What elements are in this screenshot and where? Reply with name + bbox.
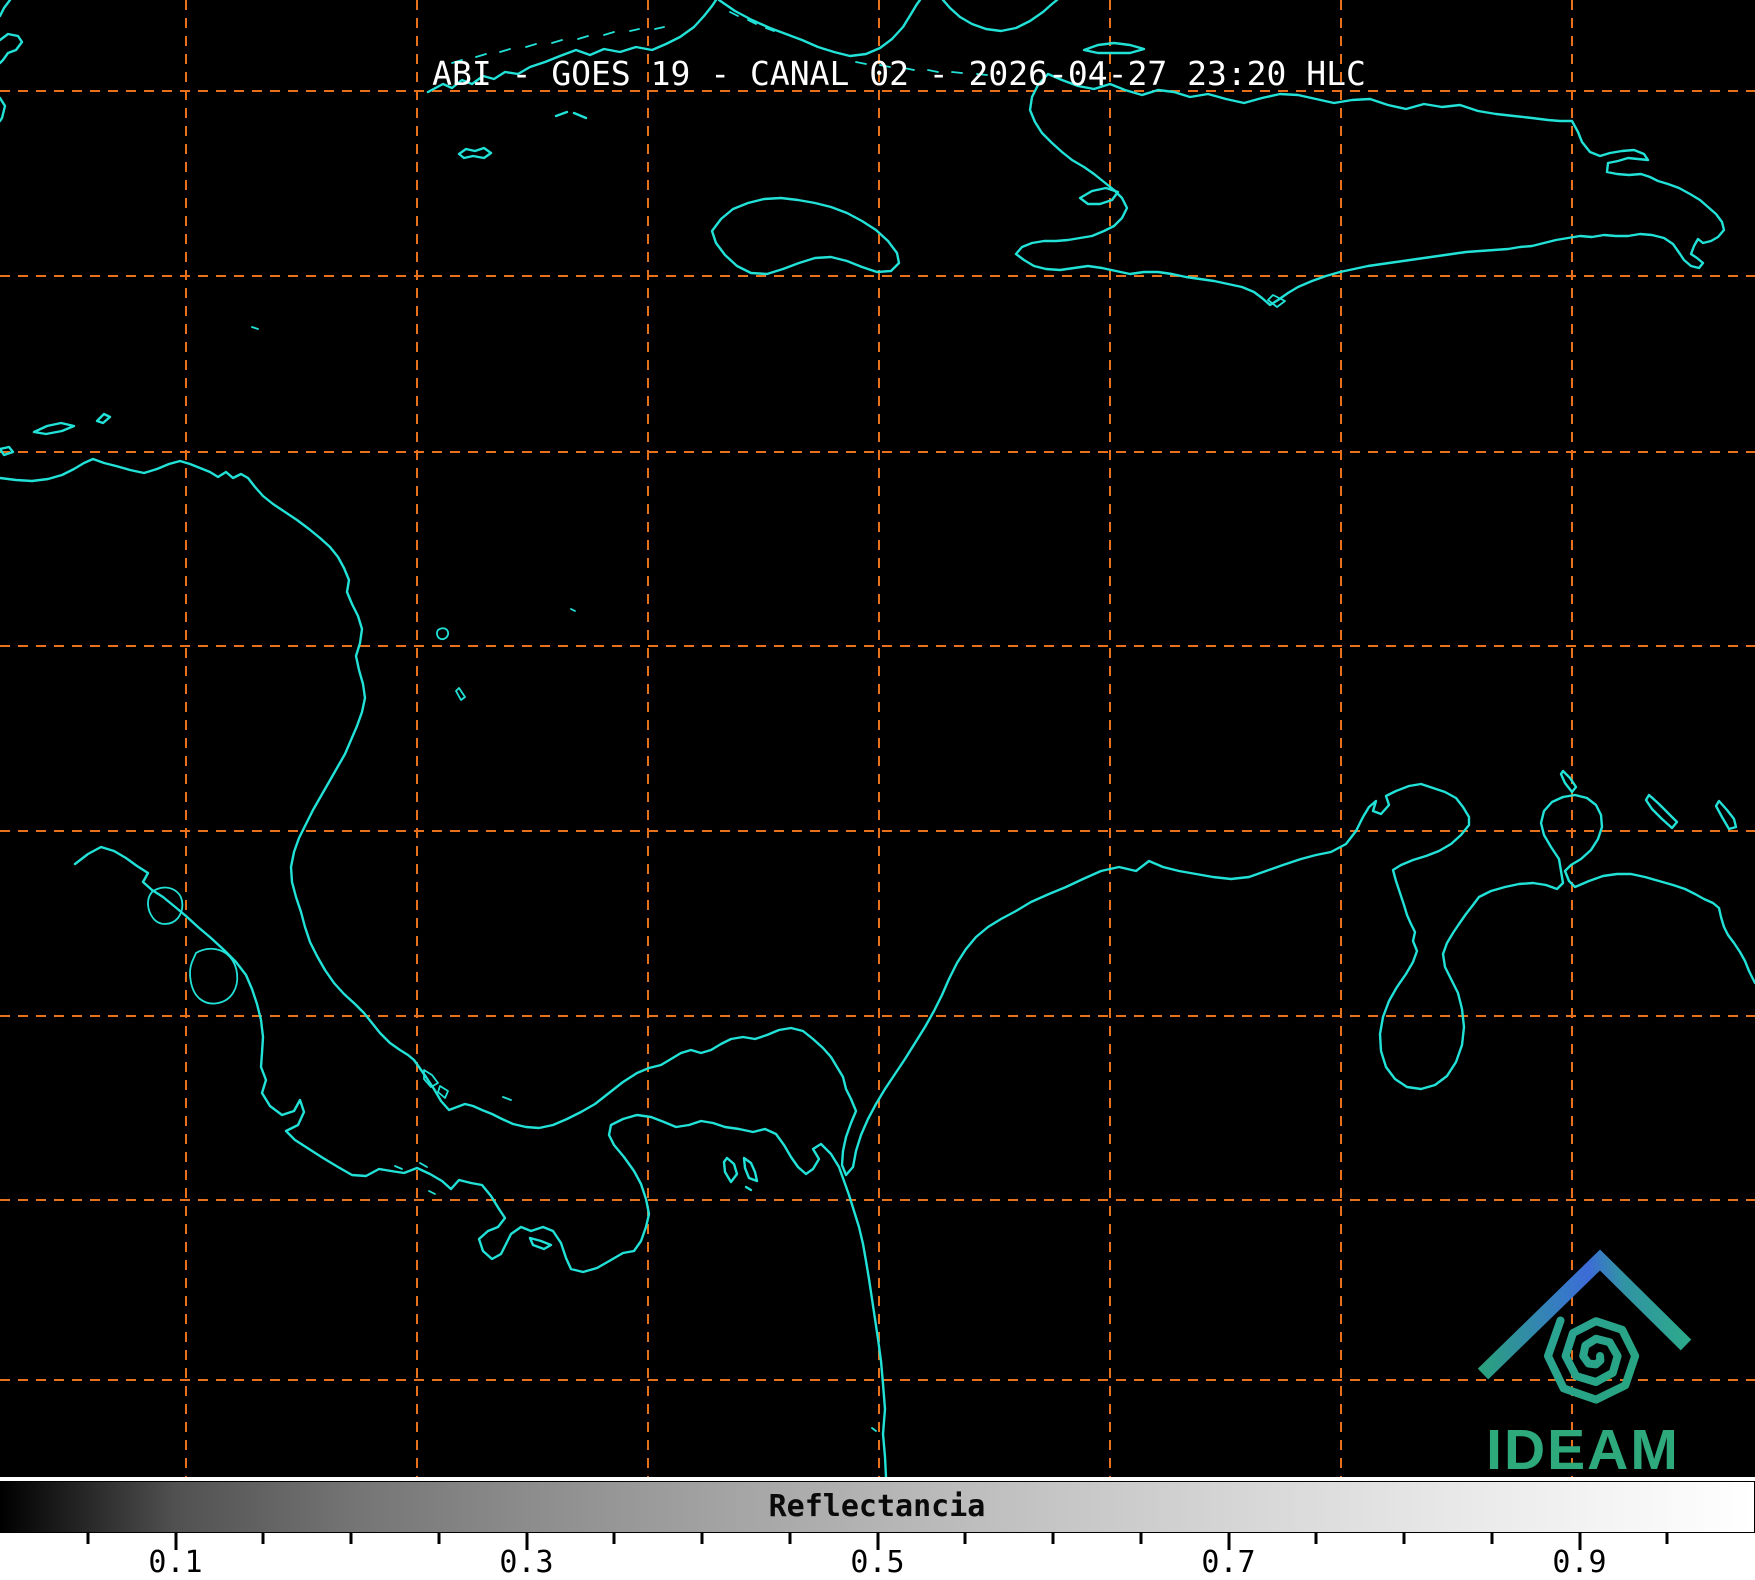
colorbar-tick: [1490, 1533, 1494, 1544]
gorgona-island-dot: [871, 1427, 877, 1432]
bonaire: [1714, 799, 1738, 831]
aruba: [1559, 769, 1578, 794]
providencia-island: [436, 627, 450, 641]
hispaniola: [1014, 72, 1726, 307]
ideam-logo: IDEAM: [1477, 1249, 1692, 1477]
lake-nicaragua: [189, 947, 239, 1005]
logo-wordmark: IDEAM: [1486, 1418, 1680, 1477]
isla-de-la-juventud: [0, 0, 24, 123]
colorbar-tick: [1139, 1533, 1143, 1544]
caribbean-mainland-coast: [0, 457, 1755, 1177]
coiba-island: [528, 1236, 553, 1251]
colorbar-tick: [349, 1533, 353, 1544]
san-andres-island: [455, 687, 466, 701]
colorbar-tick: [963, 1533, 967, 1544]
colorbar-tick: [700, 1533, 704, 1544]
logo-spiral-icon: [1544, 1316, 1640, 1404]
colorbar-tick: [1665, 1533, 1669, 1544]
lake-managua: [147, 886, 184, 925]
colorbar-tick-label: 0.3: [499, 1545, 554, 1580]
colorbar-label: Reflectancia: [768, 1489, 986, 1524]
curacao: [1644, 793, 1679, 830]
screenshot-root: { "header": { "title": "ABI - GOES 19 - …: [0, 0, 1755, 1580]
colorbar-tick-label: 0.5: [850, 1545, 905, 1580]
colorbar-tick: [612, 1533, 616, 1544]
pacific-coast: [73, 845, 888, 1477]
grid-layer: [0, 0, 1755, 1477]
coastline-layer: [0, 0, 1755, 1477]
cayman-islands: [457, 110, 588, 160]
colorbar-tick-label: 0.7: [1201, 1545, 1256, 1580]
colorbar-tick-labels: 0.1 0.3 0.5 0.7 0.9: [0, 1545, 1755, 1580]
roncador-cay-dot: [570, 608, 576, 612]
colorbar-tick: [437, 1533, 441, 1544]
colorbar-tick: [86, 1533, 90, 1544]
colorbar-tick: [1402, 1533, 1406, 1544]
colorbar-tick: [788, 1533, 792, 1544]
tortuga-island: [1082, 41, 1146, 55]
jamaica: [710, 196, 901, 276]
colorbar-tick: [1314, 1533, 1318, 1544]
satellite-map: IDEAM ABI - GOES 19 - CANAL 02 - 2026-04…: [0, 0, 1755, 1477]
colorbar-tick-label: 0.1: [148, 1545, 203, 1580]
gonave-island: [1078, 186, 1120, 206]
colorbar-tick: [1051, 1533, 1055, 1544]
pearl-islands: [722, 1156, 759, 1192]
map-title: ABI - GOES 19 - CANAL 02 - 2026-04-27 23…: [432, 54, 1366, 93]
bay-islands-honduras: [0, 412, 112, 457]
swan-island-dot: [251, 326, 259, 330]
colorbar-tick: [261, 1533, 265, 1544]
colorbar-tick-label: 0.9: [1552, 1545, 1607, 1580]
